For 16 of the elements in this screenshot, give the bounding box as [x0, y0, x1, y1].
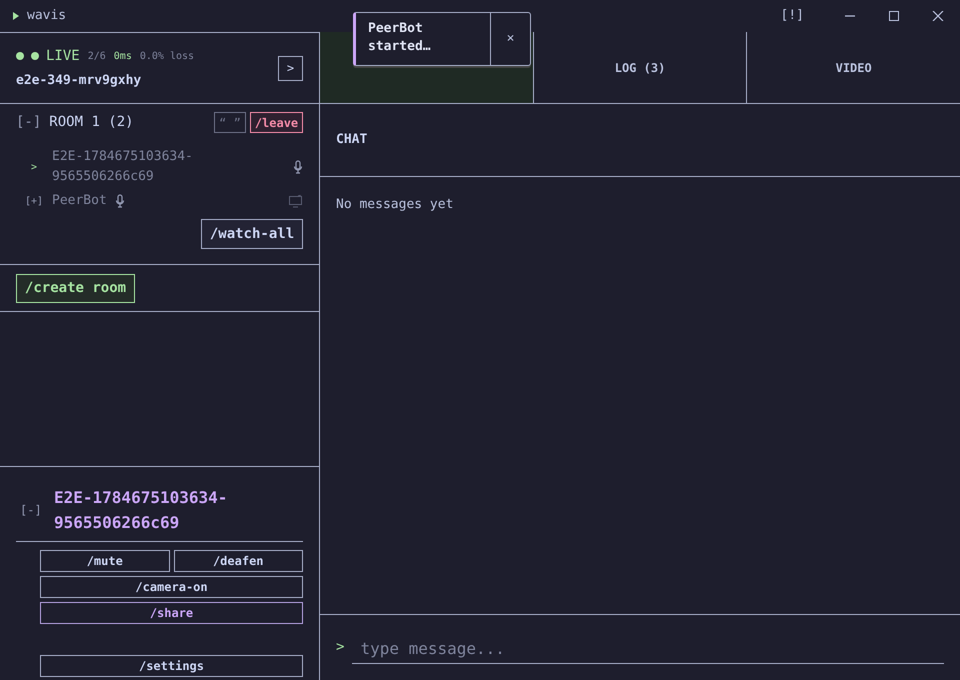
prompt-marker: > — [336, 638, 344, 657]
empty-message: No messages yet — [336, 197, 454, 212]
chat-title: CHAT — [336, 131, 368, 150]
session-name: e2e-349-mrv9gxhy — [16, 72, 142, 90]
live-label: LIVE — [46, 46, 80, 66]
room-title: ROOM 1 (2) — [49, 113, 134, 132]
packet-loss: 0.0% loss — [140, 50, 194, 64]
peer-count: 2/6 — [88, 50, 106, 64]
user-name: E2E-1784675103634-9565506266c69 — [54, 487, 228, 534]
member-name: E2E-1784675103634-9565506266c69 — [52, 148, 194, 186]
window-title: wavis — [27, 7, 66, 26]
member-marker: [+] — [24, 194, 44, 208]
latency: 0ms — [114, 50, 132, 64]
member-name: PeerBot — [52, 192, 107, 210]
toast-message: PeerBot started… — [367, 20, 432, 56]
member-marker: > — [30, 160, 38, 174]
